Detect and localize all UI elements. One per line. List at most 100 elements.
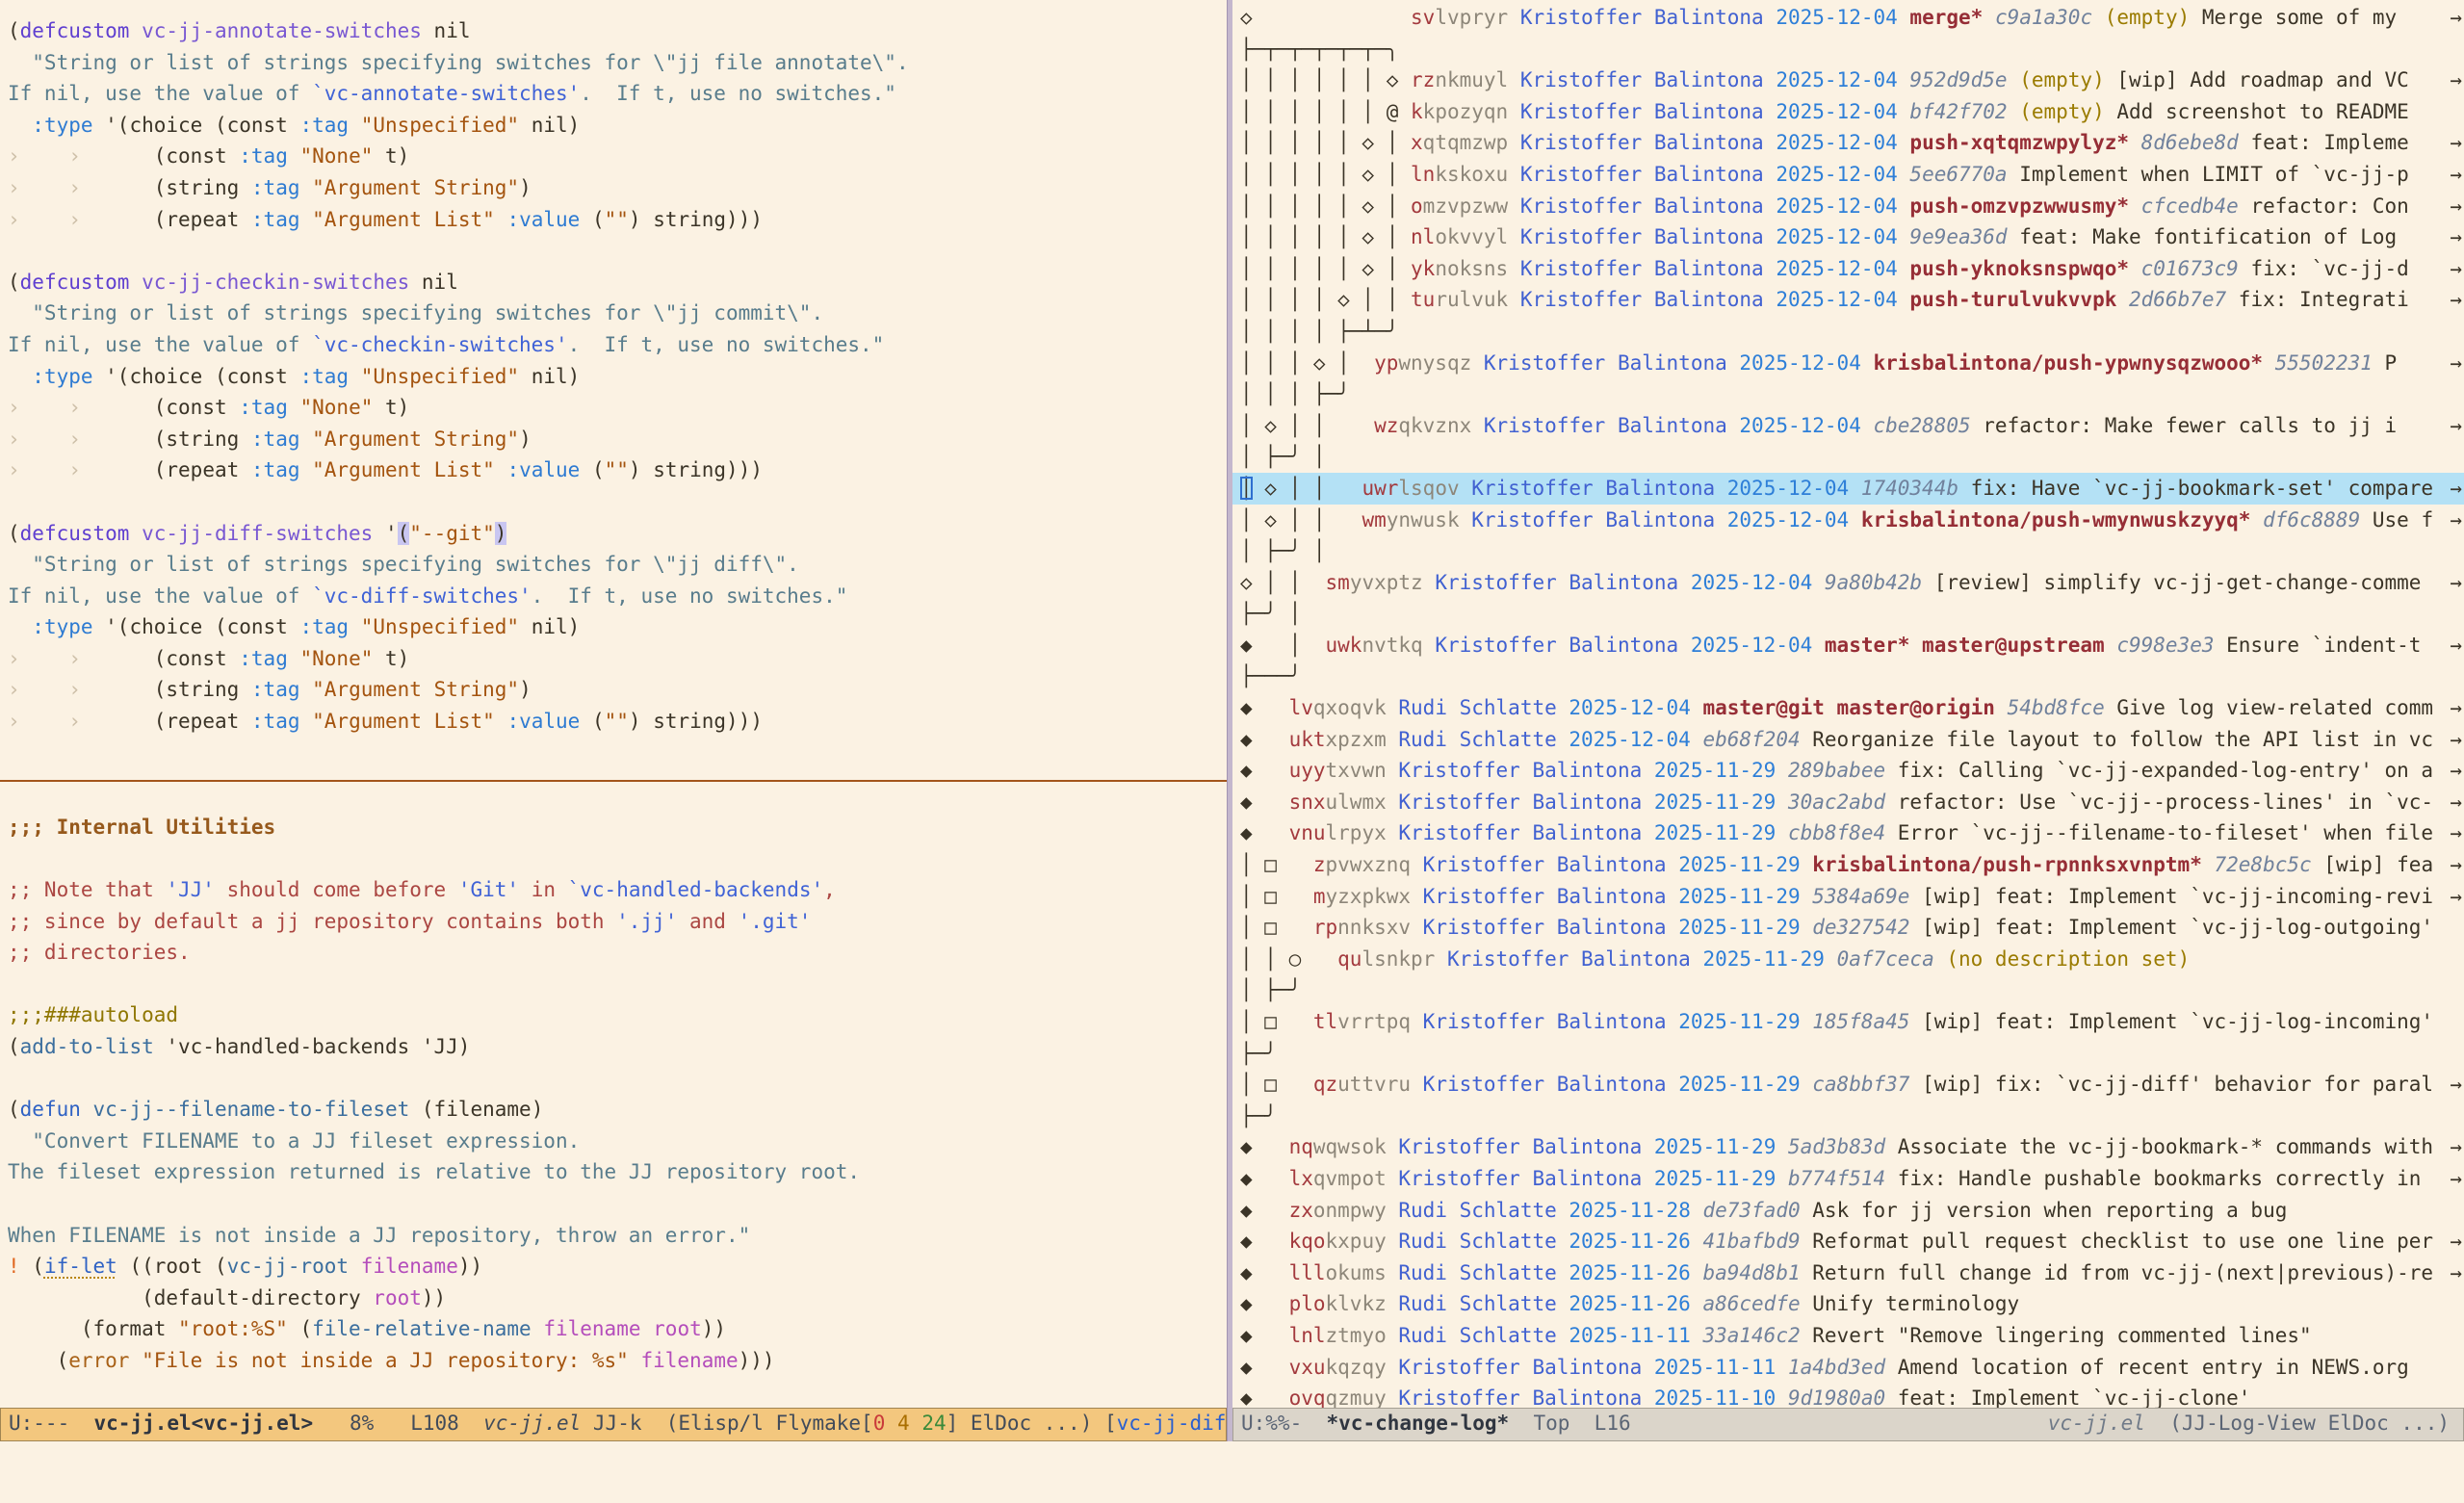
log-row[interactable]: │ │ │ │ │ │ ◇ rznkmuyl Kristoffer Balint… — [1240, 65, 2464, 96]
code-line[interactable]: (default-directory root)) — [8, 1283, 1227, 1314]
code-line[interactable] — [8, 1063, 1227, 1095]
code-line[interactable]: :type '(choice (const :tag "Unspecified"… — [8, 110, 1227, 142]
code-line[interactable]: › › (repeat :tag "Argument List" :value … — [8, 454, 1227, 486]
code-line[interactable]: › › (const :tag "None" t) — [8, 392, 1227, 424]
code-line[interactable] — [8, 969, 1227, 1000]
window-vc-change-log[interactable]: ◇ svlvpryr Kristoffer Balintona 2025-12-… — [1232, 0, 2464, 1441]
modeline-inactive[interactable]: U:%%- *vc-change-log* Top L16 vc-jj.el (… — [1232, 1408, 2464, 1441]
change-id: kqzqy — [1326, 1356, 1399, 1379]
log-row[interactable]: │ │ ○ qulsnkpr Kristoffer Balintona 2025… — [1240, 944, 2464, 975]
code-line[interactable]: ;;;###autoload — [8, 999, 1227, 1031]
code-line[interactable]: (defun vc-jj--filename-to-fileset (filen… — [8, 1094, 1227, 1126]
code-line[interactable]: :type '(choice (const :tag "Unspecified"… — [8, 611, 1227, 643]
log-row[interactable]: │ │ │ │ │ ◇ │ yknoksns Kristoffer Balint… — [1240, 253, 2464, 285]
elisp-buffer[interactable]: (defcustom vc-jj-annotate-switches nil "… — [0, 0, 1227, 1408]
log-row[interactable]: │ □ tlvrrtpq Kristoffer Balintona 2025-1… — [1240, 1006, 2464, 1038]
code-line[interactable]: "String or list of strings specifying sw… — [8, 549, 1227, 581]
code-line[interactable]: › › (string :tag "Argument String") — [8, 172, 1227, 204]
log-row[interactable]: │ │ │ ◇ │ ypwnysqz Kristoffer Balintona … — [1240, 348, 2464, 379]
code-line[interactable]: "Convert FILENAME to a JJ fileset expres… — [8, 1126, 1227, 1157]
log-row[interactable]: │ □ zpvwxznq Kristoffer Balintona 2025-1… — [1240, 849, 2464, 881]
code-line[interactable] — [8, 1377, 1227, 1408]
log-graph-row[interactable]: │ ├─╯ │ — [1240, 441, 2464, 473]
log-row[interactable]: │ │ │ │ │ ◇ │ nlokvvyl Kristoffer Balint… — [1240, 221, 2464, 253]
code-line[interactable]: (defcustom vc-jj-diff-switches '("--git"… — [8, 518, 1227, 550]
log-row[interactable]: ◆ lnlztmyo Rudi Schlatte 2025-11-11 33a1… — [1240, 1320, 2464, 1352]
code-line[interactable] — [8, 486, 1227, 518]
page-break-line[interactable] — [8, 780, 1227, 812]
token: If nil, use the value of — [8, 82, 312, 105]
log-row[interactable]: │ │ │ │ ◇ │ │ turulvuk Kristoffer Balint… — [1240, 284, 2464, 316]
log-row[interactable]: │ ◇ │ │ wzqkvznx Kristoffer Balintona 20… — [1240, 410, 2464, 442]
code-line[interactable]: ;; since by default a jj repository cont… — [8, 906, 1227, 938]
log-row[interactable]: │ □ myzxpkwx Kristoffer Balintona 2025-1… — [1240, 881, 2464, 913]
code-line[interactable]: "String or list of strings specifying sw… — [8, 47, 1227, 79]
code-line[interactable]: (defcustom vc-jj-checkin-switches nil — [8, 267, 1227, 298]
code-line[interactable]: ;;; Internal Utilities — [8, 812, 1227, 843]
log-row[interactable]: ◆ vnulrpyx Kristoffer Balintona 2025-11-… — [1240, 817, 2464, 849]
code-line[interactable]: (error "File is not inside a JJ reposito… — [8, 1345, 1227, 1377]
log-row[interactable]: ◆ lllokums Rudi Schlatte 2025-11-26 ba94… — [1240, 1257, 2464, 1289]
log-row[interactable]: │ ◇ │ │ uwrlsqov Kristoffer Balintona 20… — [1232, 473, 2464, 505]
code-line[interactable]: If nil, use the value of `vc-checkin-swi… — [8, 329, 1227, 361]
log-row[interactable]: ◆ │ uwknvtkq Kristoffer Balintona 2025-1… — [1240, 630, 2464, 661]
log-row[interactable]: │ │ │ │ │ ◇ │ omzvpzww Kristoffer Balint… — [1240, 191, 2464, 222]
log-row[interactable]: ◆ ploklvkz Rudi Schlatte 2025-11-26 a86c… — [1240, 1288, 2464, 1320]
code-line[interactable]: (add-to-list 'vc-handled-backends 'JJ) — [8, 1031, 1227, 1063]
log-row[interactable]: ◆ uktxpzxm Rudi Schlatte 2025-12-04 eb68… — [1240, 724, 2464, 756]
code-line[interactable]: :type '(choice (const :tag "Unspecified"… — [8, 361, 1227, 393]
code-line[interactable]: › › (repeat :tag "Argument List" :value … — [8, 204, 1227, 236]
log-row[interactable]: │ □ rpnnksxv Kristoffer Balintona 2025-1… — [1240, 912, 2464, 944]
log-row[interactable]: ◆ vxukqzqy Kristoffer Balintona 2025-11-… — [1240, 1352, 2464, 1384]
log-row[interactable]: │ │ │ │ │ ◇ │ xqtqmzwp Kristoffer Balint… — [1240, 127, 2464, 159]
log-graph-row[interactable]: │ ├─╯ │ — [1240, 535, 2464, 567]
log-row[interactable]: ◆ ovqqzmuy Kristoffer Balintona 2025-11-… — [1240, 1383, 2464, 1408]
code-line[interactable]: › › (const :tag "None" t) — [8, 141, 1227, 172]
modeline-segment: 8% L108 — [313, 1412, 483, 1435]
log-graph-row[interactable]: │ │ │ │ ├─┴─╯ — [1240, 316, 2464, 348]
log-graph-row[interactable]: ├─╯ — [1240, 1038, 2464, 1070]
modeline-active[interactable]: U:--- vc-jj.el<vc-jj.el> 8% L108 vc-jj.e… — [0, 1408, 1227, 1441]
code-line[interactable]: (defcustom vc-jj-annotate-switches nil — [8, 15, 1227, 47]
log-row[interactable]: ◇ │ │ smyvxptz Kristoffer Balintona 2025… — [1240, 567, 2464, 599]
code-line[interactable] — [8, 235, 1227, 267]
code-line[interactable]: › › (repeat :tag "Argument List" :value … — [8, 706, 1227, 738]
window-vc-jj-el[interactable]: (defcustom vc-jj-annotate-switches nil "… — [0, 0, 1227, 1441]
log-graph-row[interactable]: ├───╯ — [1240, 661, 2464, 692]
log-row[interactable]: │ │ │ │ │ │ @ kkpozyqn Kristoffer Balint… — [1240, 96, 2464, 128]
code-line[interactable] — [8, 738, 1227, 769]
code-line[interactable]: If nil, use the value of `vc-diff-switch… — [8, 581, 1227, 612]
log-row[interactable]: ◆ snxulwmx Kristoffer Balintona 2025-11-… — [1240, 787, 2464, 818]
log-row[interactable]: ◇ svlvpryr Kristoffer Balintona 2025-12-… — [1240, 2, 2464, 34]
log-row[interactable]: │ │ │ │ │ ◇ │ lnkskoxu Kristoffer Balint… — [1240, 159, 2464, 191]
code-line[interactable] — [8, 842, 1227, 874]
code-line[interactable]: If nil, use the value of `vc-annotate-sw… — [8, 78, 1227, 110]
minibuffer[interactable] — [0, 1441, 2464, 1471]
jj-log-buffer[interactable]: ◇ svlvpryr Kristoffer Balintona 2025-12-… — [1232, 0, 2464, 1408]
log-row[interactable]: ◆ lvqxoqvk Rudi Schlatte 2025-12-04 mast… — [1240, 692, 2464, 724]
code-line[interactable]: "String or list of strings specifying sw… — [8, 298, 1227, 329]
code-line[interactable]: ! (if-let ((root (vc-jj-root filename)) — [8, 1251, 1227, 1283]
code-line[interactable]: (format "root:%S" (file-relative-name fi… — [8, 1313, 1227, 1345]
log-row[interactable]: ◆ zxonmpwy Rudi Schlatte 2025-11-28 de73… — [1240, 1195, 2464, 1227]
log-row[interactable]: ◆ uyytxvwn Kristoffer Balintona 2025-11-… — [1240, 755, 2464, 787]
log-graph-row[interactable]: │ │ │ ├─╯ — [1240, 378, 2464, 410]
log-row[interactable]: ◆ nqwqwsok Kristoffer Balintona 2025-11-… — [1240, 1131, 2464, 1163]
code-line[interactable]: ;; Note that 'JJ' should come before 'Gi… — [8, 874, 1227, 906]
log-graph-row[interactable]: │ ├─╯ — [1240, 974, 2464, 1006]
code-line[interactable]: › › (const :tag "None" t) — [8, 643, 1227, 675]
code-line[interactable]: › › (string :tag "Argument String") — [8, 424, 1227, 455]
code-line[interactable]: The fileset expression returned is relat… — [8, 1156, 1227, 1188]
log-row[interactable]: ◆ kqokxpuy Rudi Schlatte 2025-11-26 41ba… — [1240, 1226, 2464, 1257]
code-line[interactable]: ;; directories. — [8, 937, 1227, 969]
truncation-arrow-icon: → — [2450, 2, 2462, 34]
log-row[interactable]: ◆ lxqvmpot Kristoffer Balintona 2025-11-… — [1240, 1163, 2464, 1195]
code-line[interactable]: › › (string :tag "Argument String") — [8, 674, 1227, 706]
code-line[interactable]: When FILENAME is not inside a JJ reposit… — [8, 1220, 1227, 1252]
log-graph-row[interactable]: ├─╯ — [1240, 1101, 2464, 1132]
log-row[interactable]: │ ◇ │ │ wmynwusk Kristoffer Balintona 20… — [1240, 505, 2464, 536]
code-line[interactable] — [8, 1188, 1227, 1220]
log-row[interactable]: │ □ qzuttvru Kristoffer Balintona 2025-1… — [1240, 1069, 2464, 1101]
log-graph-row[interactable]: ├─╯ │ — [1240, 598, 2464, 630]
log-graph-row[interactable]: ├─┬─┬─┬─┬─┬─╮ — [1240, 34, 2464, 65]
